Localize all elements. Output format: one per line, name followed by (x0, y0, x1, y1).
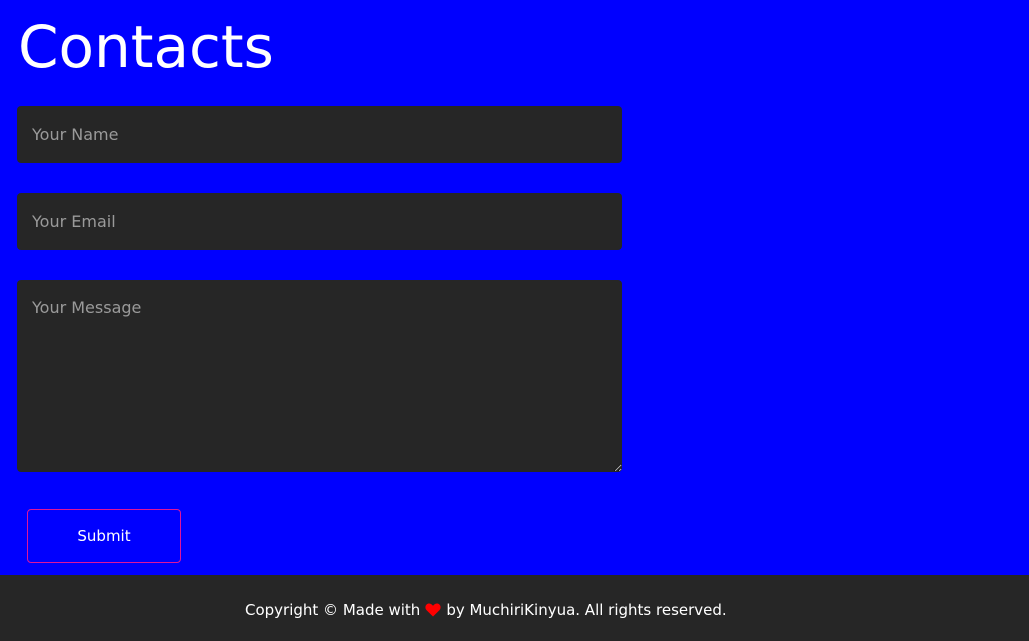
heart-icon (425, 603, 441, 617)
footer-text-before: Copyright © Made with (245, 601, 421, 619)
footer-copyright: Copyright © Made with by MuchiriKinyua. … (245, 601, 727, 619)
footer: Copyright © Made with by MuchiriKinyua. … (0, 575, 1029, 641)
page-title: Contacts (18, 13, 274, 81)
submit-button[interactable]: Submit (27, 509, 181, 563)
name-input[interactable] (17, 106, 622, 163)
footer-text-after: by MuchiriKinyua. All rights reserved. (446, 601, 727, 619)
message-textarea[interactable] (17, 280, 622, 472)
email-input[interactable] (17, 193, 622, 250)
